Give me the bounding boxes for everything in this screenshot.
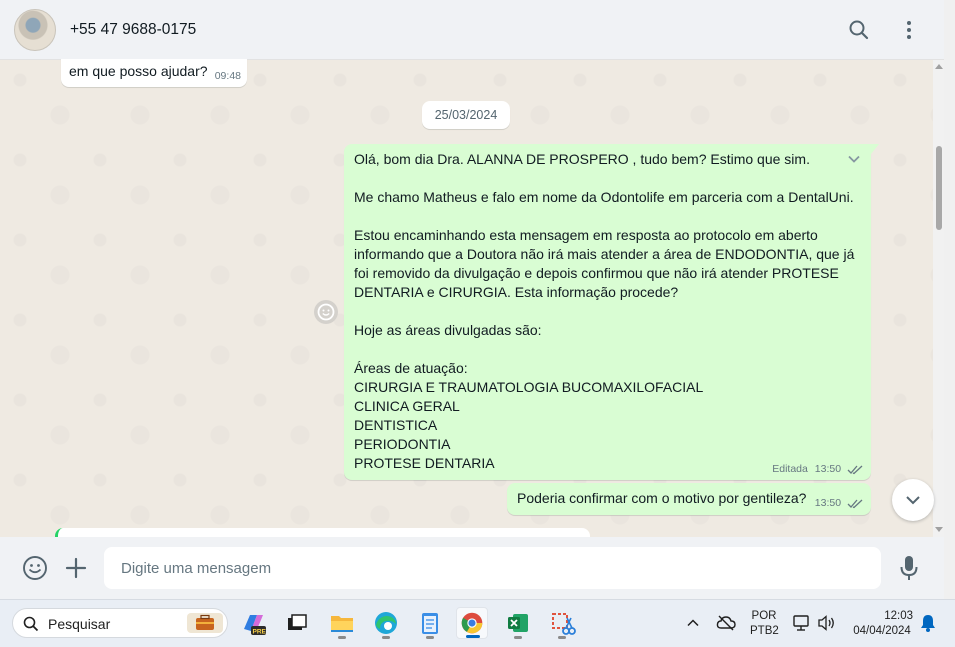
message-line: Hoje as áreas divulgadas são: bbox=[354, 322, 542, 338]
menu-icon[interactable] bbox=[895, 16, 923, 44]
message-input[interactable] bbox=[104, 547, 881, 589]
message-line bbox=[354, 340, 854, 359]
scroll-up-arrow[interactable] bbox=[935, 64, 943, 69]
message-body: Olá, bom dia Dra. ALANNA DE PROSPERO , t… bbox=[354, 150, 854, 473]
outgoing-message[interactable]: Poderia confirmar com o motivo por genti… bbox=[507, 483, 871, 515]
attach-plus-icon[interactable] bbox=[64, 556, 88, 585]
message-text: em que posso ajudar? bbox=[69, 63, 208, 79]
message-text: Poderia confirmar com o motivo por genti… bbox=[517, 490, 807, 506]
date-separator: 25/03/2024 bbox=[422, 101, 510, 129]
reaction-emoji-icon[interactable] bbox=[314, 300, 338, 324]
svg-text:PRE: PRE bbox=[253, 629, 267, 636]
notepad-icon[interactable] bbox=[414, 607, 446, 639]
scroll-to-bottom-button[interactable] bbox=[892, 479, 934, 521]
edited-label: Editada bbox=[772, 463, 808, 475]
chevron-up-icon[interactable] bbox=[686, 616, 700, 635]
chevron-down-icon[interactable] bbox=[847, 152, 861, 166]
input-language[interactable]: POR PTB2 bbox=[750, 609, 779, 639]
message-line: informando que a Doutora não irá mais at… bbox=[354, 246, 855, 262]
taskbar-search[interactable]: Pesquisar bbox=[12, 608, 228, 638]
message-line: Olá, bom dia Dra. ALANNA DE PROSPERO , t… bbox=[354, 151, 810, 167]
cloud-offline-icon[interactable] bbox=[716, 613, 736, 638]
message-line: Áreas de atuação: bbox=[354, 360, 468, 376]
message-meta: 13:50 bbox=[815, 497, 863, 509]
task-view-icon[interactable] bbox=[281, 607, 313, 639]
read-ticks-icon bbox=[847, 465, 863, 475]
running-indicator bbox=[426, 636, 434, 639]
copilot-pre-icon[interactable]: PRE bbox=[238, 607, 270, 639]
incoming-message[interactable]: em que posso ajudar? 09:48 bbox=[61, 59, 247, 87]
scroll-down-arrow[interactable] bbox=[935, 527, 943, 532]
running-indicator bbox=[382, 636, 390, 639]
message-time: 09:48 bbox=[214, 70, 241, 82]
language-code: POR bbox=[751, 610, 777, 622]
compose-bar bbox=[0, 537, 944, 599]
running-indicator bbox=[514, 636, 522, 639]
excel-icon[interactable] bbox=[502, 607, 534, 639]
message-line: Me chamo Matheus e falo em nome da Odont… bbox=[354, 189, 854, 205]
contact-avatar[interactable] bbox=[14, 9, 56, 51]
window-edge bbox=[944, 0, 955, 599]
message-line bbox=[354, 207, 854, 226]
microphone-icon[interactable] bbox=[897, 554, 921, 587]
briefcase-icon bbox=[187, 613, 223, 633]
message-line: DENTISTICA bbox=[354, 417, 438, 433]
chat-header: +55 47 9688-0175 bbox=[0, 0, 944, 60]
clock-time: 12:03 bbox=[884, 610, 913, 622]
active-indicator bbox=[466, 635, 480, 638]
message-time: 13:50 bbox=[814, 497, 842, 509]
chevron-down-icon bbox=[906, 496, 920, 505]
message-line: PERIODONTIA bbox=[354, 436, 451, 452]
message-meta: Editada 13:50 bbox=[772, 463, 863, 475]
message-line: foi removido da divulgação e depois conf… bbox=[354, 265, 839, 281]
bubble-tail bbox=[871, 144, 879, 154]
message-line: Estou encaminhando esta mensagem em resp… bbox=[354, 227, 818, 243]
message-line: CLINICA GERAL bbox=[354, 398, 460, 414]
running-indicator bbox=[558, 636, 566, 639]
read-ticks-icon bbox=[847, 499, 863, 509]
keyboard-layout: PTB2 bbox=[750, 625, 779, 637]
clock[interactable]: 12:03 04/04/2024 bbox=[846, 609, 918, 639]
emoji-icon[interactable] bbox=[22, 555, 48, 586]
search-icon[interactable] bbox=[845, 16, 873, 44]
chrome-icon[interactable] bbox=[456, 607, 488, 639]
message-line: DENTARIA e CIRURGIA. Esta informação pro… bbox=[354, 284, 679, 300]
chat-scrollbar-thumb[interactable] bbox=[936, 146, 942, 230]
message-line bbox=[354, 169, 854, 188]
running-indicator bbox=[338, 636, 346, 639]
file-explorer-icon[interactable] bbox=[326, 607, 358, 639]
message-line: CIRURGIA E TRAUMATOLOGIA BUCOMAXILOFACIA… bbox=[354, 379, 704, 395]
volume-icon[interactable] bbox=[816, 613, 836, 638]
clock-date: 04/04/2024 bbox=[853, 625, 911, 637]
contact-name[interactable]: +55 47 9688-0175 bbox=[70, 21, 196, 39]
search-label: Pesquisar bbox=[48, 616, 111, 632]
windows-taskbar: Pesquisar PRE POR PTB2 12:03 04/04/2024 bbox=[0, 599, 955, 647]
search-icon bbox=[23, 616, 39, 632]
network-icon[interactable] bbox=[792, 613, 812, 638]
chat-scrollbar[interactable] bbox=[933, 60, 944, 537]
edge-icon[interactable] bbox=[370, 607, 402, 639]
snipping-tool-icon[interactable] bbox=[546, 607, 578, 639]
outgoing-message[interactable]: Olá, bom dia Dra. ALANNA DE PROSPERO , t… bbox=[344, 144, 879, 480]
notification-bell-icon[interactable] bbox=[919, 613, 937, 638]
message-time: 13:50 bbox=[814, 463, 842, 475]
message-line bbox=[354, 302, 854, 321]
